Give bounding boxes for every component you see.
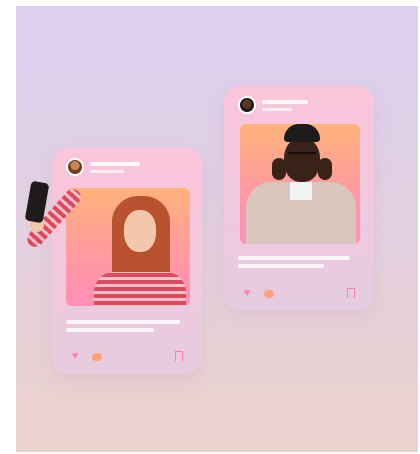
face-shape	[124, 210, 156, 252]
comment-button[interactable]	[92, 352, 102, 362]
beanie-shape	[284, 124, 320, 142]
comment-icon	[264, 290, 274, 298]
subtitle-placeholder	[90, 170, 124, 173]
glasses-shape	[288, 152, 316, 160]
social-post-card-right: ♥	[224, 86, 374, 310]
hand-shape	[272, 158, 286, 180]
like-button[interactable]: ♥	[242, 287, 252, 299]
like-button[interactable]: ♥	[70, 350, 80, 362]
caption-line	[66, 320, 180, 324]
caption-line	[66, 328, 154, 332]
avatar-icon	[66, 158, 84, 176]
subtitle-placeholder	[262, 108, 292, 111]
caption-line	[238, 256, 350, 260]
illustration-canvas: ♥ ♥	[16, 6, 418, 452]
social-post-card-left: ♥	[52, 148, 202, 374]
hand-shape	[318, 158, 332, 180]
save-button[interactable]	[346, 288, 356, 299]
caption-line	[238, 264, 324, 268]
username-placeholder	[90, 162, 140, 166]
save-button[interactable]	[174, 351, 184, 362]
striped-shirt	[94, 272, 186, 306]
post-photo	[240, 124, 360, 244]
tshirt-shape	[290, 182, 312, 200]
comment-button[interactable]	[264, 289, 274, 299]
post-photo	[66, 188, 190, 306]
heart-icon: ♥	[243, 287, 251, 299]
comment-icon	[92, 353, 102, 361]
username-placeholder	[262, 100, 308, 104]
bookmark-icon	[347, 288, 355, 299]
face-shape	[284, 138, 320, 182]
heart-icon: ♥	[71, 350, 79, 362]
bookmark-icon	[175, 351, 183, 362]
avatar-icon	[238, 96, 256, 114]
